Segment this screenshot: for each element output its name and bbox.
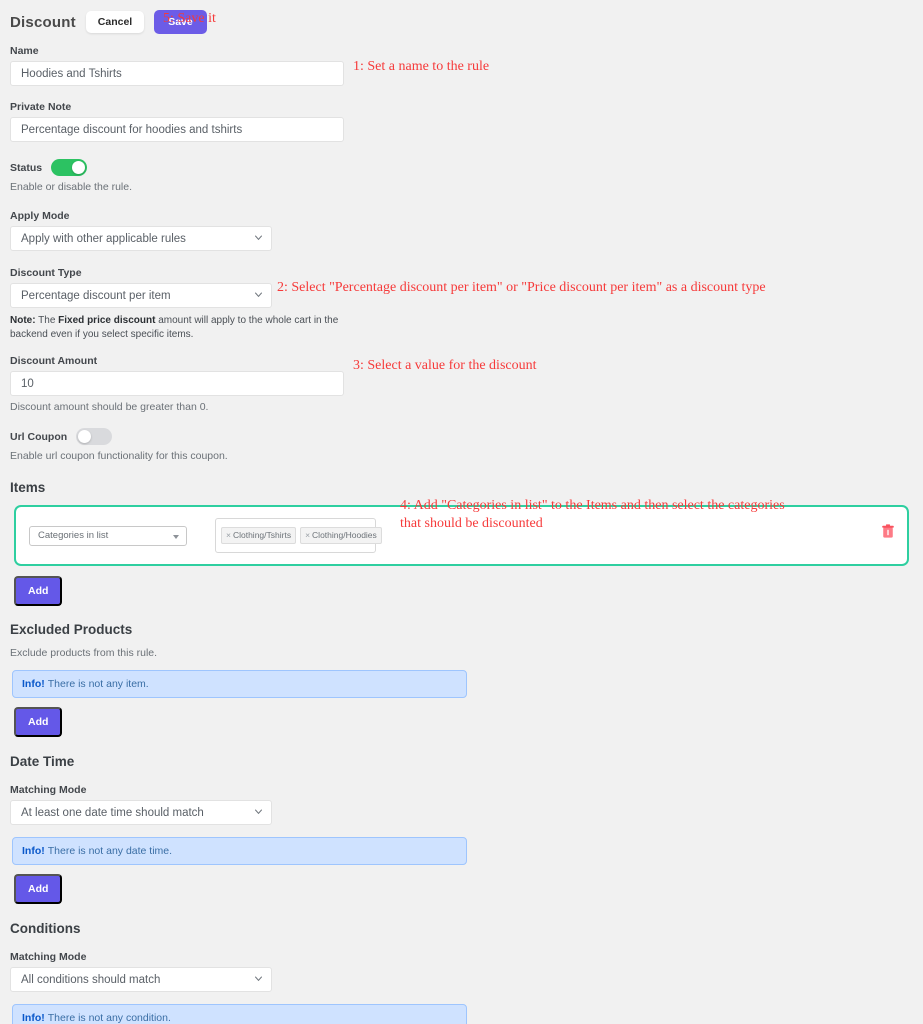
note-mid-1: The (35, 315, 59, 326)
chevron-down-icon (255, 976, 262, 982)
date-time-section-title: Date Time (10, 754, 75, 769)
date-time-matching-mode-select[interactable]: At least one date time should match (10, 800, 272, 825)
items-add-wrap: Add (0, 576, 923, 606)
category-tag-label: Clothing/Tshirts (232, 529, 292, 540)
chevron-down-icon (255, 809, 262, 815)
conditions-matching-mode-select-wrap[interactable]: All conditions should match (10, 967, 272, 992)
conditions-matching-mode-group: Matching Mode All conditions should matc… (0, 951, 923, 992)
private-note-field-group: Private Note (0, 101, 923, 142)
date-time-info-alert: Info! There is not any date time. (12, 837, 467, 865)
excluded-products-section-title: Excluded Products (10, 622, 133, 637)
chevron-down-icon (255, 292, 262, 298)
discount-type-select-wrap[interactable]: Percentage discount per item (10, 283, 272, 308)
category-tag-label: Clothing/Hoodies (312, 529, 377, 540)
annotation-step-1: 1: Set a name to the rule (353, 59, 490, 74)
annotation-step-4: 4: Add "Categories in list" to the Items… (400, 498, 785, 532)
alert-text: There is not any condition. (47, 1012, 171, 1024)
trash-icon[interactable] (881, 524, 895, 539)
status-label: Status (10, 161, 43, 174)
remove-tag-icon[interactable]: × (226, 530, 231, 540)
date-time-add-wrap: Add (0, 874, 923, 904)
remove-tag-icon[interactable]: × (305, 530, 310, 540)
excluded-products-add-wrap: Add (0, 707, 923, 737)
apply-mode-field-group: Apply Mode Apply with other applicable r… (0, 210, 923, 251)
annotation-step-5: 5: Save it (163, 11, 216, 26)
status-help-text: Enable or disable the rule. (10, 181, 132, 193)
conditions-matching-mode-label: Matching Mode (10, 951, 87, 963)
page-header: Discount Cancel Save (0, 0, 923, 36)
url-coupon-toggle-knob (78, 430, 92, 443)
annotation-step-2: 2: Select "Percentage discount per item"… (277, 280, 766, 295)
item-type-select[interactable]: Categories in list (29, 525, 187, 546)
url-coupon-label: Url Coupon (10, 430, 68, 443)
status-field-group: Status Enable or disable the rule. (0, 159, 923, 193)
alert-prefix: Info! (22, 1012, 45, 1024)
alert-prefix: Info! (22, 845, 45, 857)
alert-text: There is not any item. (47, 678, 149, 690)
status-toggle-knob (72, 161, 86, 174)
status-toggle[interactable] (51, 159, 88, 176)
excluded-products-info-alert: Info! There is not any item. (12, 670, 467, 698)
date-time-matching-mode-label: Matching Mode (10, 784, 87, 796)
url-coupon-row: Url Coupon (10, 428, 923, 445)
cancel-button[interactable]: Cancel (85, 10, 145, 34)
category-tag[interactable]: × Clothing/Hoodies (300, 526, 382, 545)
add-date-time-button[interactable]: Add (14, 874, 63, 904)
apply-mode-select-wrap[interactable]: Apply with other applicable rules (10, 226, 272, 251)
category-tag[interactable]: × Clothing/Tshirts (221, 526, 297, 545)
conditions-matching-mode-select[interactable]: All conditions should match (10, 967, 272, 992)
apply-mode-select[interactable]: Apply with other applicable rules (10, 226, 272, 251)
items-section-title: Items (10, 480, 46, 495)
conditions-matching-mode-value: All conditions should match (21, 973, 161, 986)
conditions-info-alert: Info! There is not any condition. (12, 1004, 467, 1024)
conditions-section-title: Conditions (10, 921, 81, 936)
add-item-button[interactable]: Add (14, 576, 63, 606)
private-note-input[interactable] (10, 117, 344, 142)
date-time-matching-mode-select-wrap[interactable]: At least one date time should match (10, 800, 272, 825)
note-bold-term: Fixed price discount (58, 315, 156, 326)
name-label: Name (10, 45, 39, 57)
discount-amount-help-text: Discount amount should be greater than 0… (10, 401, 209, 413)
discount-type-value: Percentage discount per item (21, 289, 171, 302)
apply-mode-value: Apply with other applicable rules (21, 232, 186, 245)
alert-text: There is not any date time. (47, 845, 173, 857)
chevron-down-icon (255, 235, 262, 241)
caret-down-icon (173, 534, 179, 539)
discount-amount-input[interactable] (10, 371, 344, 396)
discount-type-select[interactable]: Percentage discount per item (10, 283, 272, 308)
excluded-products-help-text: Exclude products from this rule. (10, 647, 158, 659)
note-prefix: Note: (10, 315, 36, 326)
apply-mode-label: Apply Mode (10, 210, 70, 222)
annotation-step-3: 3: Select a value for the discount (353, 358, 537, 373)
discount-type-label: Discount Type (10, 267, 82, 279)
item-type-value: Categories in list (38, 530, 109, 541)
status-row: Status (10, 159, 923, 176)
alert-prefix: Info! (22, 678, 45, 690)
page-title: Discount (10, 13, 76, 31)
url-coupon-toggle[interactable] (76, 428, 113, 445)
discount-type-note: Note: The Fixed price discount amount wi… (10, 314, 355, 341)
url-coupon-help-text: Enable url coupon functionality for this… (10, 450, 228, 462)
discount-rule-editor: Discount Cancel Save Name Private Note S… (0, 0, 923, 1024)
private-note-label: Private Note (10, 101, 72, 113)
categories-tag-input[interactable]: × Clothing/Tshirts × Clothing/Hoodies (215, 518, 382, 553)
date-time-matching-mode-group: Matching Mode At least one date time sho… (0, 784, 923, 825)
date-time-matching-mode-value: At least one date time should match (21, 806, 204, 819)
url-coupon-field-group: Url Coupon Enable url coupon functionali… (0, 428, 923, 462)
add-excluded-product-button[interactable]: Add (14, 707, 63, 737)
name-input[interactable] (10, 61, 344, 86)
